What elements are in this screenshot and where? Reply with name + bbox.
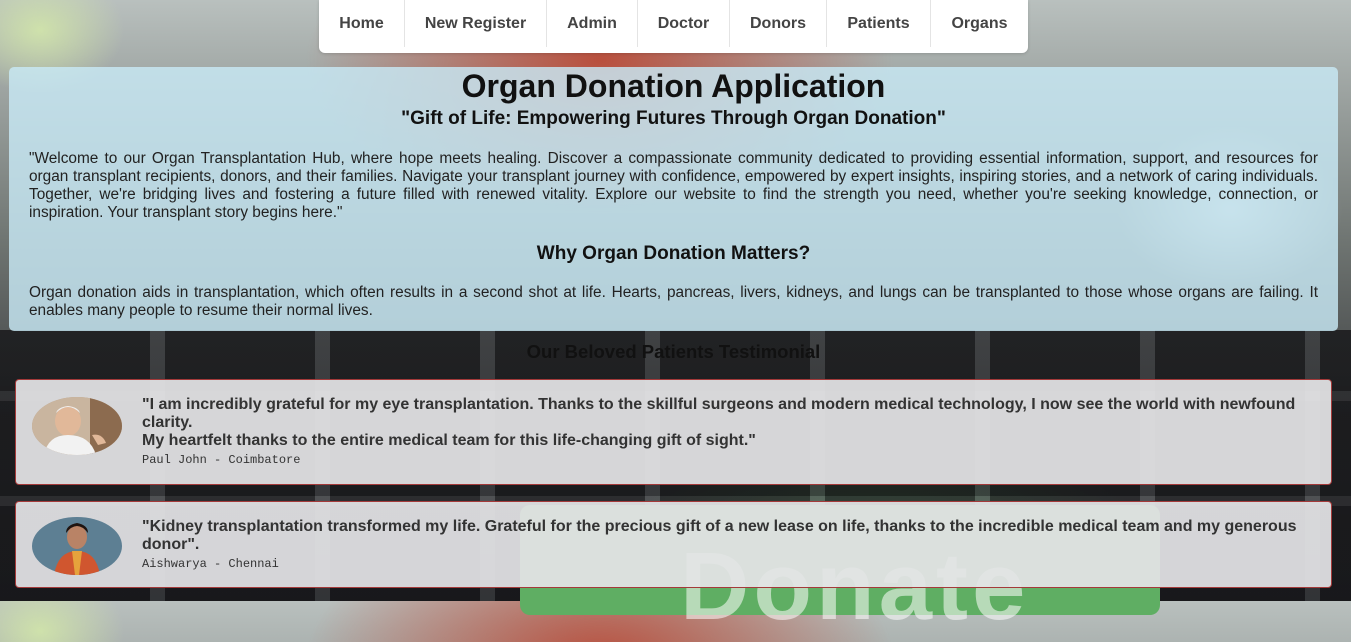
patient-photo-icon (32, 397, 122, 455)
nav-new-register[interactable]: New Register (405, 0, 547, 47)
nav-donors[interactable]: Donors (730, 0, 827, 47)
top-nav: Home New Register Admin Doctor Donors Pa… (319, 0, 1028, 53)
page-subtitle: "Gift of Life: Empowering Futures Throug… (401, 108, 946, 129)
why-heading: Why Organ Donation Matters? (536, 243, 811, 264)
avatar (32, 517, 122, 575)
testimonial-quote: "I am incredibly grateful for my eye tra… (142, 396, 1312, 450)
nav-organs[interactable]: Organs (931, 0, 1028, 47)
patient-photo-icon (32, 517, 122, 575)
testimonial-author: Paul John - Coimbatore (142, 453, 301, 467)
testimonial-card: "Kidney transplantation transformed my l… (15, 501, 1332, 588)
avatar (32, 397, 122, 455)
testimonial-quote-line: "I am incredibly grateful for my eye tra… (142, 396, 1296, 431)
welcome-paragraph: "Welcome to our Organ Transplantation Hu… (29, 150, 1318, 221)
nav-admin[interactable]: Admin (547, 0, 638, 47)
testimonial-quote-line: My heartfelt thanks to the entire medica… (142, 432, 756, 449)
nav-patients[interactable]: Patients (827, 0, 931, 47)
testimonial-author: Aishwarya - Chennai (142, 557, 279, 571)
nav-home[interactable]: Home (319, 0, 405, 47)
testimonial-card: "I am incredibly grateful for my eye tra… (15, 379, 1332, 485)
intro-panel: Organ Donation Application "Gift of Life… (9, 67, 1338, 331)
testimonial-heading: Our Beloved Patients Testimonial (526, 341, 821, 362)
testimonial-quote: "Kidney transplantation transformed my l… (142, 518, 1297, 553)
page-title: Organ Donation Application (461, 68, 886, 104)
nav-doctor[interactable]: Doctor (638, 0, 730, 47)
why-paragraph: Organ donation aids in transplantation, … (29, 284, 1318, 319)
